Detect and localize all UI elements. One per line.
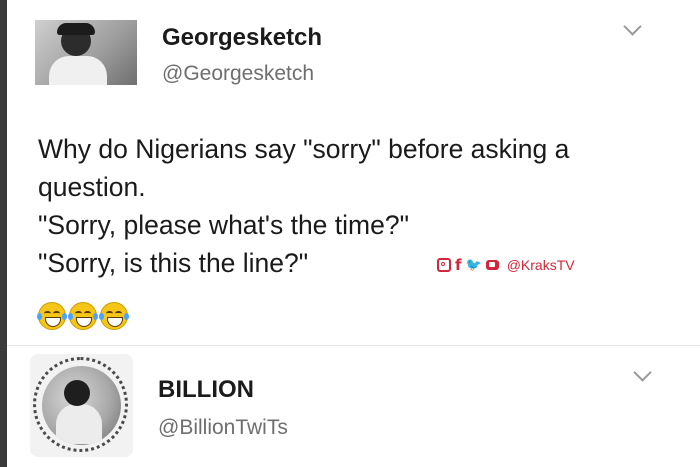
- avatar-figure-head: [64, 380, 90, 406]
- facebook-icon: f: [455, 256, 462, 274]
- tweet-author-name[interactable]: Georgesketch: [162, 24, 322, 52]
- avatar[interactable]: [35, 20, 137, 85]
- tweet-divider: [7, 345, 700, 346]
- left-edge-bar: [0, 0, 7, 467]
- instagram-icon: [437, 258, 451, 272]
- tweet-author-name[interactable]: BILLION: [158, 376, 254, 404]
- tweet-text: Why do Nigerians say "sorry" before aski…: [38, 130, 688, 282]
- avatar-figure-torso: [56, 404, 102, 444]
- tweet-text-line: Why do Nigerians say "sorry" before aski…: [38, 134, 570, 164]
- tweet-text-line: "Sorry, please what's the time?": [38, 210, 409, 240]
- tweet-text-line: question.: [38, 172, 146, 202]
- watermark-handle: @KraksTV: [506, 257, 575, 273]
- tweet-author-handle[interactable]: @BillionTwiTs: [158, 416, 288, 440]
- tweet-text-line: "Sorry, is this the line?": [38, 248, 309, 278]
- avatar-figure-cap: [57, 23, 95, 35]
- face-with-tears-of-joy-icon: [68, 302, 98, 330]
- twitter-icon: 🐦: [465, 257, 482, 273]
- avatar[interactable]: [30, 354, 133, 457]
- emoji-row: [37, 302, 129, 332]
- face-with-tears-of-joy-icon: [99, 302, 129, 330]
- chevron-down-icon[interactable]: [623, 17, 642, 36]
- face-with-tears-of-joy-icon: [37, 302, 67, 330]
- watermark: f 🐦 @KraksTV: [437, 256, 575, 274]
- chevron-down-icon[interactable]: [633, 363, 652, 382]
- youtube-icon: [485, 260, 499, 270]
- avatar-photo: [42, 366, 121, 445]
- tweet-author-handle[interactable]: @Georgesketch: [162, 62, 314, 86]
- avatar-figure-shirt: [49, 56, 107, 85]
